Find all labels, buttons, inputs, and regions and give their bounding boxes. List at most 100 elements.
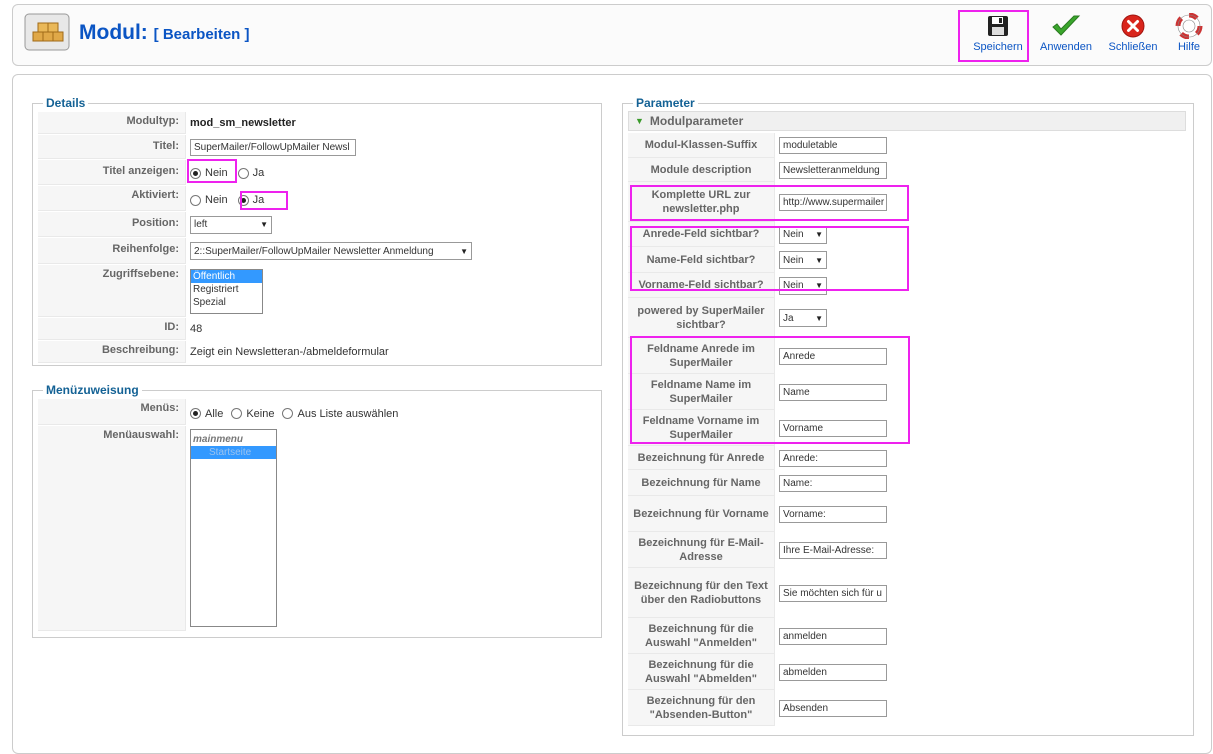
page-subtitle: [ Bearbeiten ] <box>153 26 250 43</box>
param-row-label-unsubscribe: Bezeichnung für die Auswahl "Abmelden" ab… <box>628 654 891 690</box>
param-input-label-anrede[interactable]: Anrede: <box>779 449 887 467</box>
description-row: Beschreibung: Zeigt ein Newsletteran-/ab… <box>38 341 393 363</box>
param-label-complete-url: Komplette URL zur newsletter.php <box>628 182 775 222</box>
menuselection-label: Menüauswahl: <box>38 426 186 631</box>
param-row-powered-by-visible: powered by SuperMailer sichtbar? Ja ▼ <box>628 298 831 338</box>
param-row-fieldname-name: Feldname Name im SuperMailer Name <box>628 374 891 410</box>
param-label-label-name: Bezeichnung für Name <box>628 470 775 496</box>
param-input-complete-url[interactable]: http://www.supermailer <box>779 193 887 211</box>
description-value: Zeigt ein Newsletteran-/abmeldeformular <box>190 346 389 358</box>
close-label: Schließen <box>1108 41 1158 53</box>
param-label-label-subscribe: Bezeichnung für die Auswahl "Anmelden" <box>628 618 775 654</box>
help-label: Hilfe <box>1177 41 1200 53</box>
param-select-vorname-visible[interactable]: Nein ▼ <box>779 276 827 295</box>
menus-none-label: Keine <box>246 407 275 420</box>
param-select-value: Nein <box>783 254 804 266</box>
lifebuoy-icon <box>1175 13 1203 39</box>
position-value: left <box>194 219 208 230</box>
param-input-label-email[interactable]: Ihre E-Mail-Adresse: <box>779 541 887 559</box>
title-row: Titel: SuperMailer/FollowUpMailer Newsl <box>38 135 360 159</box>
details-legend: Details <box>46 96 86 110</box>
chevron-down-icon: ▼ <box>815 281 823 290</box>
access-option-special[interactable]: Spezial <box>191 296 262 309</box>
param-row-label-email: Bezeichnung für E-Mail-Adresse Ihre E-Mai… <box>628 532 891 568</box>
menuselection-row: Menüauswahl: mainmenu Startseite <box>38 426 281 631</box>
enabled-yes-label: Ja <box>252 194 265 206</box>
description-label: Beschreibung: <box>38 341 186 363</box>
enabled-label: Aktiviert: <box>38 186 186 211</box>
param-row-name-visible: Name-Feld sichtbar? Nein ▼ <box>628 247 831 273</box>
menuselection-listbox[interactable]: mainmenu Startseite <box>190 429 277 627</box>
enabled-yes-radio[interactable] <box>237 194 249 206</box>
param-input-fieldname-anrede[interactable]: Anrede <box>779 347 887 365</box>
param-input-class-suffix[interactable]: moduletable <box>779 137 887 154</box>
page-title: Modul: [ Bearbeiten ] <box>79 21 250 45</box>
showtitle-yes-label: Ja <box>252 167 265 179</box>
modulparameter-panel-header[interactable]: ▼ Modulparameter <box>628 111 1186 131</box>
param-input-fieldname-vorname[interactable]: Vorname <box>779 419 887 437</box>
showtitle-yes-radio[interactable] <box>237 167 249 179</box>
param-select-value: Ja <box>783 312 794 324</box>
access-listbox[interactable]: Öffentlich Registriert Spezial <box>190 269 263 314</box>
param-select-powered-by-visible[interactable]: Ja ▼ <box>779 309 827 327</box>
showtitle-no-radio[interactable] <box>190 167 201 179</box>
order-value: 2::SuperMailer/FollowUpMailer Newsletter… <box>194 245 434 257</box>
param-row-complete-url: Komplette URL zur newsletter.php http://w… <box>628 182 891 222</box>
param-label-powered-by-visible: powered by SuperMailer sichtbar? <box>628 298 775 338</box>
menus-label: Menüs: <box>38 399 186 425</box>
param-row-module-description: Module description Newsletteranmeldung <box>628 158 891 182</box>
param-row-class-suffix: Modul-Klassen-Suffix moduletable <box>628 133 891 158</box>
param-select-value: Nein <box>783 229 804 240</box>
expand-triangle-icon: ▼ <box>635 116 644 126</box>
access-option-registered[interactable]: Registriert <box>191 283 262 296</box>
param-row-fieldname-anrede: Feldname Anrede im SuperMailer Anrede <box>628 338 891 374</box>
parameter-legend: Parameter <box>636 96 695 110</box>
param-row-label-anrede: Bezeichnung für Anrede Anrede: <box>628 446 891 470</box>
param-select-value: Nein <box>783 280 804 291</box>
moduletype-row: Modultyp: mod_sm_newsletter <box>38 112 300 134</box>
param-row-label-vorname: Bezeichnung für Vorname Vorname: <box>628 496 891 532</box>
access-option-public[interactable]: Öffentlich <box>191 270 262 283</box>
title-input[interactable]: SuperMailer/FollowUpMailer Newsl <box>190 138 356 156</box>
toolbar-box: Modul: [ Bearbeiten ] Speichern Anwenden… <box>12 4 1212 66</box>
param-label-vorname-visible: Vorname-Feld sichtbar? <box>628 273 775 298</box>
menus-none-radio[interactable] <box>231 408 243 419</box>
param-input-fieldname-name[interactable]: Name <box>779 383 887 401</box>
param-input-label-vorname[interactable]: Vorname: <box>779 505 887 523</box>
param-label-label-submit-button: Bezeichnung für den "Absenden-Button" <box>628 690 775 726</box>
param-input-label-radio-text[interactable]: Sie möchten sich für u <box>779 584 887 602</box>
save-button[interactable]: Speichern <box>967 13 1029 53</box>
param-select-name-visible[interactable]: Nein ▼ <box>779 251 827 269</box>
param-select-anrede-visible[interactable]: Nein ▼ <box>779 225 827 244</box>
moduletype-value: mod_sm_newsletter <box>190 117 296 129</box>
position-select[interactable]: left ▼ <box>190 215 272 234</box>
order-select[interactable]: 2::SuperMailer/FollowUpMailer Newsletter… <box>190 242 472 260</box>
title-label: Titel: <box>38 135 186 159</box>
save-label: Speichern <box>973 41 1023 53</box>
order-row: Reihenfolge: 2::SuperMailer/FollowUpMail… <box>38 238 476 264</box>
chevron-down-icon: ▼ <box>460 246 468 256</box>
param-label-label-radio-text: Bezeichnung für den Text über den Radiob… <box>628 568 775 618</box>
help-button[interactable]: Hilfe <box>1171 13 1207 53</box>
param-input-label-name[interactable]: Name: <box>779 474 887 492</box>
close-icon <box>1121 14 1145 38</box>
enabled-no-radio[interactable] <box>190 194 201 206</box>
order-label: Reihenfolge: <box>38 238 186 264</box>
apply-label: Anwenden <box>1040 41 1092 53</box>
param-input-label-unsubscribe[interactable]: abmelden <box>779 663 887 681</box>
param-input-label-subscribe[interactable]: anmelden <box>779 627 887 645</box>
apply-button[interactable]: Anwenden <box>1035 13 1097 53</box>
param-label-label-vorname: Bezeichnung für Vorname <box>628 496 775 532</box>
page-title-text: Modul: <box>79 21 148 44</box>
param-row-label-radio-text: Bezeichnung für den Text über den Radiob… <box>628 568 891 618</box>
access-label: Zugriffsebene: <box>38 265 186 317</box>
param-input-module-description[interactable]: Newsletteranmeldung <box>779 161 887 179</box>
access-row: Zugriffsebene: Öffentlich Registriert Sp… <box>38 265 267 317</box>
menu-item-startseite[interactable]: Startseite <box>191 446 276 459</box>
param-label-label-unsubscribe: Bezeichnung für die Auswahl "Abmelden" <box>628 654 775 690</box>
menus-fromlist-radio[interactable] <box>282 408 294 419</box>
chevron-down-icon: ▼ <box>815 313 823 323</box>
param-input-label-submit-button[interactable]: Absenden <box>779 699 887 717</box>
close-button[interactable]: Schließen <box>1105 13 1161 53</box>
menus-all-radio[interactable] <box>190 408 201 419</box>
